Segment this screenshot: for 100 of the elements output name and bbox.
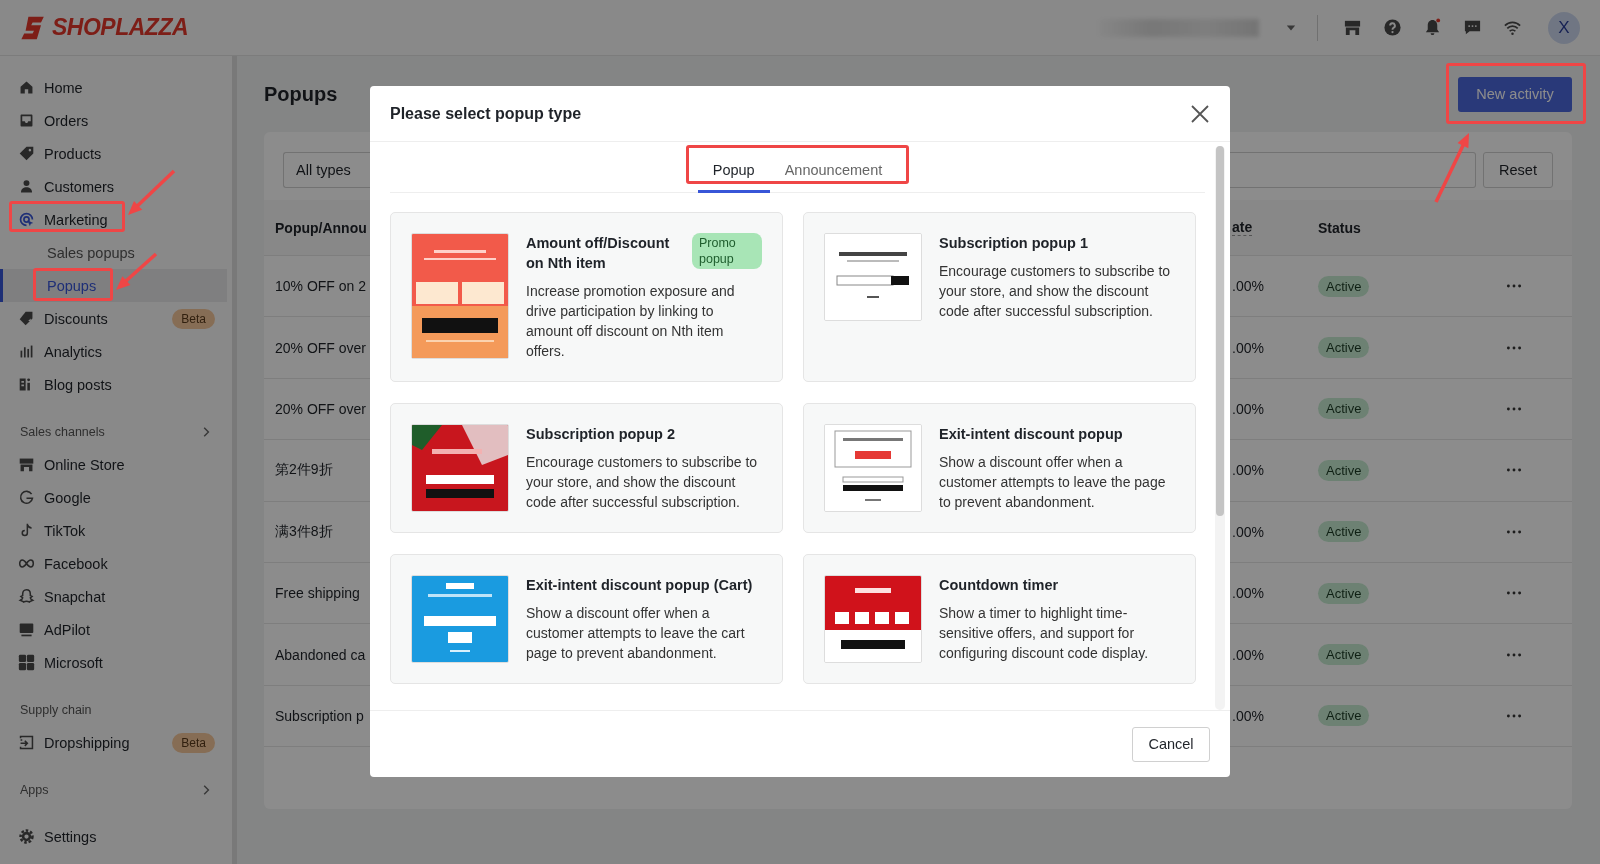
- section-heading: Sales channels: [20, 424, 105, 439]
- table-cell-text: 10% OFF on 2: [274, 278, 368, 295]
- card-title: Countdown timer: [939, 576, 1060, 595]
- sidebar-item[interactable]: Facebook: [0, 547, 232, 580]
- sidebar-item[interactable]: Dropshipping Beta: [0, 726, 232, 759]
- avatar[interactable]: X: [1548, 11, 1580, 44]
- settings-icon: [18, 828, 35, 845]
- column-header: ate: [1232, 219, 1253, 236]
- home-icon: [18, 79, 35, 96]
- status-badge: Active: [1318, 705, 1370, 727]
- reset-button[interactable]: Reset: [1483, 152, 1553, 188]
- section-heading: Apps: [20, 782, 49, 797]
- card-description: Show a discount offer when a customer attempts to leave the cart page to prevent abandonment.: [526, 604, 746, 663]
- annotation-arrow: [1434, 132, 1469, 203]
- table-cell-text: 第2件9折: [274, 461, 334, 480]
- status-badge: Active: [1318, 459, 1370, 481]
- table-cell-text: .00%: [1232, 462, 1265, 479]
- card-description: Encourage customers to subscribe to your store, and show the discount code after successful subscription.: [526, 453, 759, 512]
- logo-text: SHOPLAZZA: [52, 14, 189, 41]
- annotation-arrow: [128, 169, 176, 215]
- sidebar-item[interactable]: Analytics: [0, 335, 232, 368]
- popup-type-card[interactable]: Exit-intent discount popup Show a discount offer when a customer attempts to leave the page to prevent abandonment.: [803, 403, 1196, 533]
- promo-badge: Promo popup: [692, 233, 762, 269]
- tab[interactable]: Announcement: [769, 149, 898, 193]
- table-cell-text: 20% OFF over: [274, 400, 368, 417]
- inbox-icon: [18, 112, 35, 129]
- table-cell-text: .00%: [1232, 707, 1265, 724]
- chat-icon[interactable]: [1462, 18, 1482, 37]
- column-header: Status: [1318, 219, 1362, 236]
- close-button[interactable]: [1190, 103, 1210, 124]
- table-cell-text: 20% OFF over: [274, 339, 368, 356]
- table-cell-text: .00%: [1232, 646, 1265, 663]
- card-title: Subscription popup 2: [526, 425, 677, 444]
- sidebar-item[interactable]: Orders: [0, 104, 232, 137]
- card-description: Encourage customers to subscribe to your store, and show the discount code after successful subscription.: [939, 262, 1172, 321]
- monitor-icon: [18, 621, 35, 638]
- status-badge: Active: [1318, 582, 1370, 604]
- box-arrow-icon: [18, 734, 35, 751]
- card-title: Exit-intent discount popup (Cart): [526, 576, 754, 595]
- sidebar-item[interactable]: AdPilot: [0, 613, 232, 646]
- help-icon[interactable]: [1382, 18, 1402, 37]
- popup-type-card[interactable]: Amount off/Discount on Nth item Promo popup Increase promotion exposure and drive participation by linking to amount off discount on Nth item offers.: [390, 212, 783, 382]
- sidebar-item[interactable]: Home: [0, 71, 232, 104]
- sidebar-item[interactable]: Settings: [0, 820, 232, 853]
- scrollbar-thumb[interactable]: [1216, 146, 1224, 516]
- card-description: Show a timer to highlight time-sensitive offers, and support for configuring discount code display.: [939, 604, 1150, 663]
- new-activity-button[interactable]: New activity: [1458, 76, 1572, 112]
- tag-icon: [18, 145, 35, 162]
- target-icon: [18, 211, 35, 228]
- cancel-button[interactable]: Cancel: [1132, 726, 1210, 762]
- person-icon: [18, 178, 35, 195]
- page-title: Popups: [264, 82, 338, 106]
- status-badge: Active: [1318, 521, 1370, 543]
- sidebar-item[interactable]: TikTok: [0, 514, 232, 547]
- sidebar-item[interactable]: Discounts Beta: [0, 302, 232, 335]
- popup-type-card[interactable]: Subscription popup 2 Encourage customers to subscribe to your store, and show the discount code after successful subscription.: [390, 403, 783, 533]
- g-letter-icon: [18, 489, 35, 506]
- store-icon[interactable]: [1342, 18, 1362, 37]
- table-cell-text: .00%: [1232, 400, 1265, 417]
- card-title: Exit-intent discount popup: [939, 425, 1124, 444]
- table-cell-text: .00%: [1232, 278, 1265, 295]
- modal-title: Please select popup type: [390, 104, 582, 123]
- status-badge: Active: [1318, 398, 1370, 420]
- section-heading: Supply chain: [20, 702, 92, 717]
- scrollbar[interactable]: [1215, 146, 1225, 710]
- card-description: Show a discount offer when a customer attempts to leave the page to prevent abandonment.: [939, 453, 1167, 512]
- status-badge: Active: [1318, 644, 1370, 666]
- tab[interactable]: Popup: [697, 149, 770, 193]
- popup-type-card[interactable]: Exit-intent discount popup (Cart) Show a discount offer when a customer attempts to leave the cart page to prevent abandonment.: [390, 554, 783, 684]
- sidebar-item[interactable]: Online Store: [0, 448, 232, 481]
- sidebar-item[interactable]: Snapchat: [0, 580, 232, 613]
- ghost-icon: [18, 588, 35, 605]
- beta-badge: Beta: [172, 732, 215, 753]
- discount-tag-icon: [18, 310, 35, 327]
- wifi-icon[interactable]: [1502, 18, 1522, 37]
- table-cell-text: .00%: [1232, 339, 1265, 356]
- popup-type-card[interactable]: Subscription popup 1 Encourage customers to subscribe to your store, and show the discount code after successful subscription.: [803, 212, 1196, 382]
- column-header: Popup/Annou: [274, 219, 368, 236]
- card-description: Increase promotion exposure and drive participation by linking to amount off discount on Nth item offers.: [526, 282, 736, 361]
- bar-chart-icon: [18, 343, 35, 360]
- sidebar-item[interactable]: Blog posts: [0, 368, 232, 401]
- sidebar-item[interactable]: Products: [0, 137, 232, 170]
- popup-type-card[interactable]: Countdown timer Show a timer to highlight time-sensitive offers, and support for configuring discount code display.: [803, 554, 1196, 684]
- card-title: Subscription popup 1: [939, 234, 1090, 253]
- card-title: Amount off/Discount on Nth item: [526, 234, 671, 273]
- close-icon: [1190, 103, 1210, 124]
- sidebar-item[interactable]: Popups: [0, 269, 227, 302]
- table-cell-text: Subscription p: [274, 707, 365, 724]
- table-cell-text: .00%: [1232, 585, 1265, 602]
- status-badge: Active: [1318, 275, 1370, 297]
- sidebar-item[interactable]: Microsoft: [0, 646, 232, 679]
- search-field[interactable]: [1230, 152, 1476, 188]
- sidebar-item[interactable]: Sales popups: [0, 236, 232, 269]
- status-badge: Active: [1318, 337, 1370, 359]
- four-squares-icon: [18, 654, 35, 671]
- store-icon: [18, 456, 35, 473]
- table-cell-text: Free shipping: [274, 585, 361, 602]
- table-cell-text: 满3件8折: [274, 522, 334, 541]
- sidebar-item[interactable]: Google: [0, 481, 232, 514]
- beta-badge: Beta: [172, 308, 215, 329]
